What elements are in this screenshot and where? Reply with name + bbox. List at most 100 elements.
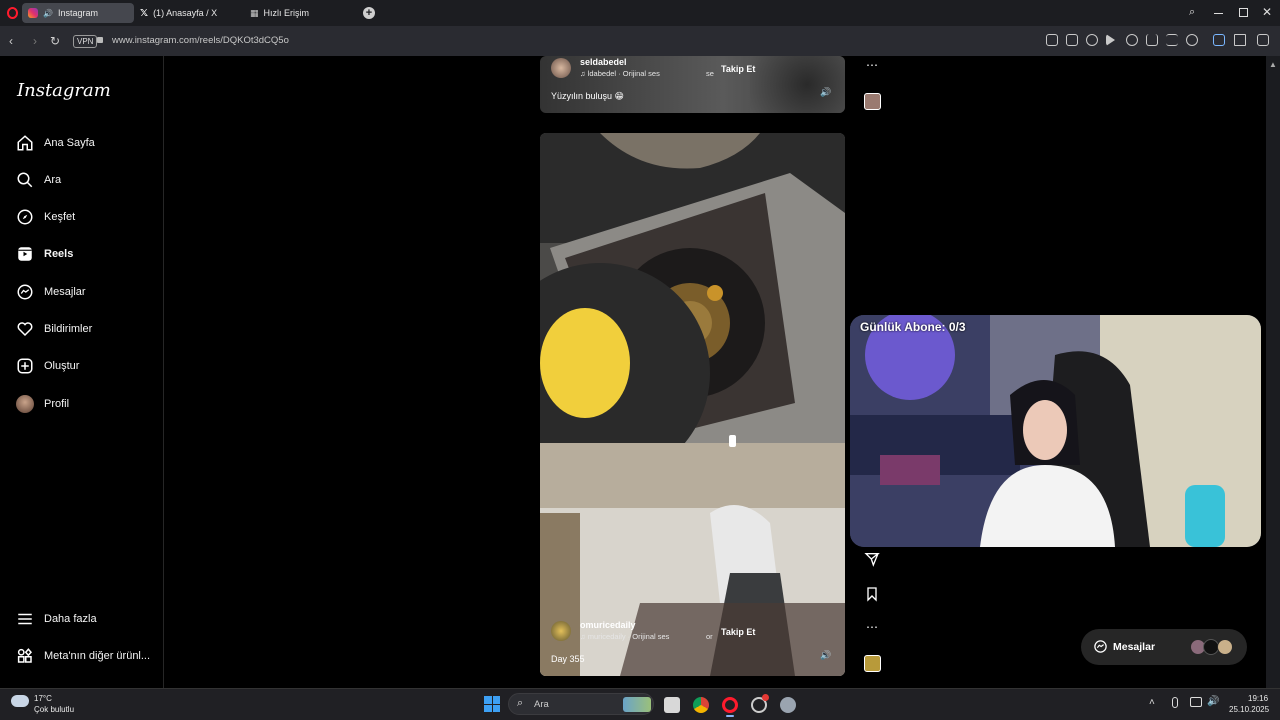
messenger-icon — [1094, 640, 1107, 653]
cube-icon[interactable] — [1257, 34, 1269, 46]
forward-icon[interactable]: › — [28, 34, 42, 48]
messages-label: Mesajlar — [1113, 641, 1156, 653]
plus-square-icon — [17, 358, 33, 374]
nav-meta-apps[interactable]: Meta'nın diğer ürünl... — [16, 645, 150, 667]
instagram-favicon-icon — [28, 8, 38, 18]
volume-icon[interactable]: 🔊 — [820, 87, 831, 97]
network-icon[interactable] — [1190, 697, 1202, 707]
follow-button[interactable]: Takip Et — [721, 627, 755, 637]
clock-time[interactable]: 19:16 — [1248, 694, 1268, 703]
reel-caption: Day 355 — [551, 654, 585, 664]
active-app-indicator — [726, 715, 734, 717]
clock-date[interactable]: 25.10.2025 — [1229, 705, 1269, 714]
taskbar-search[interactable]: ⌕ Ara — [508, 693, 654, 715]
nav-explore[interactable]: Keşfet — [16, 206, 75, 228]
search-icon: ⌕ — [517, 697, 524, 709]
bookmark-icon — [867, 587, 877, 602]
reload-icon[interactable]: ↻ — [48, 34, 62, 48]
opera-icon[interactable] — [722, 697, 738, 713]
maximize-button[interactable] — [1239, 8, 1248, 17]
tab-instagram[interactable]: 🔊 Instagram — [22, 3, 134, 23]
reel-caption: Yüzyılın buluşu 😁 — [551, 91, 624, 101]
reel-audio[interactable]: ♫ ldabedel · Orijinal ses — [580, 69, 660, 78]
weather-desc[interactable]: Çok bulutlu — [34, 705, 74, 714]
nav-messages[interactable]: Mesajlar — [16, 281, 86, 303]
settings-gear-icon[interactable] — [780, 697, 796, 713]
nav-label: Ara — [44, 174, 62, 186]
lock-icon[interactable] — [97, 37, 103, 43]
pip-icon[interactable] — [1234, 34, 1246, 46]
menu-lines-icon[interactable] — [1166, 34, 1178, 46]
nav-label: Bildirimler — [44, 323, 93, 335]
apps-icon — [17, 648, 32, 663]
tab-label: Instagram — [57, 8, 98, 18]
url-field[interactable]: www.instagram.com/reels/DQKOt3dCQ5o — [112, 35, 289, 46]
reel-video[interactable] — [540, 133, 845, 676]
browser-tab-bar: 🔊 Instagram 𝕏 (1) Anasayfa / X ▦ Hızlı E… — [0, 0, 1280, 26]
heart-bookmark-icon[interactable] — [1126, 34, 1138, 46]
search-tabs-icon[interactable]: ⌕ — [1189, 6, 1201, 18]
instagram-logo[interactable]: Instagram — [17, 80, 111, 101]
audio-thumbnail[interactable] — [864, 655, 881, 672]
nav-profile[interactable]: Profil — [16, 393, 69, 415]
tab-x[interactable]: 𝕏 (1) Anasayfa / X — [134, 3, 244, 23]
chevron-up-icon[interactable]: ˄ — [1149, 697, 1155, 708]
share-icon[interactable] — [864, 551, 880, 567]
scroll-up-icon[interactable]: ▲ — [1269, 60, 1277, 69]
follow-button[interactable]: Takip Et — [721, 64, 755, 74]
nav-label: Oluştur — [44, 360, 80, 372]
save-icon[interactable] — [864, 586, 880, 602]
reel-avatar[interactable] — [551, 58, 571, 78]
reel-audio[interactable]: ♫ muricedaily · Orijinal ses — [580, 632, 669, 641]
reel-thumbnail — [540, 133, 845, 676]
edit-icon[interactable] — [1046, 34, 1058, 46]
opera-logo-icon[interactable] — [7, 7, 18, 19]
volume-icon[interactable]: 🔊 — [1207, 696, 1219, 707]
nav-notifications[interactable]: Bildirimler — [16, 318, 92, 340]
profile-avatar — [16, 395, 34, 413]
account-icon[interactable] — [1186, 34, 1198, 46]
task-view-icon[interactable] — [664, 697, 680, 713]
audio-thumbnail[interactable] — [864, 93, 881, 110]
nav-home[interactable]: Ana Sayfa — [16, 132, 95, 154]
speaker-icon[interactable]: 🔊 — [43, 9, 53, 18]
reel-avatar[interactable] — [551, 621, 571, 641]
windows-start-icon[interactable] — [484, 696, 500, 712]
reel-frame-bg — [750, 56, 845, 113]
conversation-avatar — [1217, 639, 1233, 655]
nav-create[interactable]: Oluştur — [16, 355, 79, 377]
nav-more[interactable]: Daha fazla — [16, 608, 97, 630]
messages-button[interactable]: Mesajlar — [1081, 629, 1247, 665]
chrome-icon[interactable] — [693, 697, 709, 713]
play-icon[interactable] — [1106, 34, 1115, 46]
minimize-button[interactable] — [1214, 13, 1223, 14]
webcam-feed — [850, 315, 1261, 547]
camera-icon[interactable] — [1066, 34, 1078, 46]
weather-icon[interactable] — [11, 695, 29, 707]
search-highlight-image — [623, 697, 651, 712]
reel-username[interactable]: seldabedel — [580, 57, 627, 67]
more-options-icon[interactable]: ⋯ — [864, 620, 880, 636]
nav-search[interactable]: Ara — [16, 169, 61, 191]
reel-username[interactable]: omuricedaily — [580, 620, 636, 630]
vpn-badge[interactable]: VPN — [73, 35, 98, 48]
more-options-icon[interactable]: ⋯ — [864, 58, 880, 74]
tab-speed-dial[interactable]: ▦ Hızlı Erişim — [244, 3, 354, 23]
speaker-icon[interactable] — [1213, 34, 1225, 46]
close-window-button[interactable]: ✕ — [1262, 5, 1272, 19]
tab-label: (1) Anasayfa / X — [153, 8, 218, 18]
volume-icon[interactable]: 🔊 — [820, 650, 831, 660]
compass-icon — [17, 209, 33, 225]
audio-marquee-text: or — [706, 632, 713, 641]
download-icon[interactable] — [1146, 34, 1158, 46]
microphone-icon[interactable] — [1172, 697, 1178, 708]
new-tab-button[interactable]: + — [363, 7, 375, 19]
nav-label: Daha fazla — [44, 613, 97, 625]
back-icon[interactable]: ‹ — [4, 34, 18, 48]
nav-label: Meta'nın diğer ürünl... — [44, 650, 151, 662]
search-icon — [17, 172, 33, 188]
shield-icon[interactable] — [1086, 34, 1098, 46]
home-icon — [17, 135, 33, 151]
nav-reels[interactable]: Reels — [16, 243, 73, 265]
weather-temp[interactable]: 17°C — [34, 694, 52, 703]
